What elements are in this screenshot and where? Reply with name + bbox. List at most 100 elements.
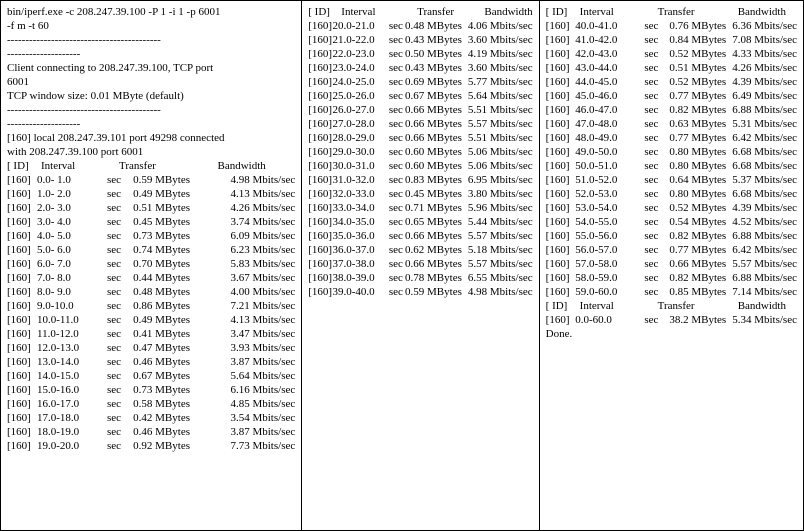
cell-sec: sec xyxy=(107,397,127,411)
cell-bandwidth: 5.57 Mbits/sec xyxy=(729,257,797,271)
cell-id: [160] xyxy=(546,257,576,271)
cell-bandwidth: 6.42 Mbits/sec xyxy=(729,131,797,145)
table-row: [160]58.0-59.0sec0.82 MBytes6.88 Mbits/s… xyxy=(546,271,797,285)
cell-sec: sec xyxy=(389,33,405,47)
cell-sec: sec xyxy=(644,47,664,61)
cell-id: [160] xyxy=(308,47,332,61)
table-row: [160]21.0-22.0sec0.43 MBytes3.60 Mbits/s… xyxy=(308,33,532,47)
cell-id: [160] xyxy=(546,89,576,103)
cell-id: [160] xyxy=(546,187,576,201)
cell-sec: sec xyxy=(107,411,127,425)
cell-bandwidth: 7.08 Mbits/sec xyxy=(729,33,797,47)
table-row: [160]7.0- 8.0sec0.44 MBytes3.67 Mbits/se… xyxy=(7,271,295,285)
cell-bandwidth: 6.88 Mbits/sec xyxy=(729,103,797,117)
table-row: [160]36.0-37.0sec0.62 MBytes5.18 Mbits/s… xyxy=(308,243,532,257)
table-row: [160]17.0-18.0sec0.42 MBytes3.54 Mbits/s… xyxy=(7,411,295,425)
table-row: [160]9.0-10.0sec0.86 MBytes7.21 Mbits/se… xyxy=(7,299,295,313)
cell-transfer: 0.80 MBytes xyxy=(664,159,729,173)
cell-transfer: 0.66 MBytes xyxy=(405,257,465,271)
cell-interval: 5.0- 6.0 xyxy=(37,243,107,257)
cell-id: [160] xyxy=(7,397,37,411)
table-row: [160]49.0-50.0sec0.80 MBytes6.68 Mbits/s… xyxy=(546,145,797,159)
cell-transfer: 0.50 MBytes xyxy=(405,47,465,61)
cell-transfer: 0.66 MBytes xyxy=(405,131,465,145)
cell-bandwidth: 7.21 Mbits/sec xyxy=(193,299,295,313)
cell-bandwidth: 5.64 Mbits/sec xyxy=(193,369,295,383)
table-row: [160]59.0-60.0sec0.85 MBytes7.14 Mbits/s… xyxy=(546,285,797,299)
cell-interval: 19.0-20.0 xyxy=(37,439,107,453)
separator: -------------------- xyxy=(7,117,295,131)
cell-id: [160] xyxy=(308,103,332,117)
cell-interval: 55.0-56.0 xyxy=(575,229,644,243)
cell-sec: sec xyxy=(389,61,405,75)
cell-interval: 11.0-12.0 xyxy=(37,327,107,341)
cell-interval: 40.0-41.0 xyxy=(575,19,644,33)
cell-transfer: 0.73 MBytes xyxy=(127,383,193,397)
table-row: [160]33.0-34.0sec0.71 MBytes5.96 Mbits/s… xyxy=(308,201,532,215)
cell-sec: sec xyxy=(107,313,127,327)
cell-transfer: 0.43 MBytes xyxy=(405,33,465,47)
cell-sec: sec xyxy=(389,201,405,215)
cell-sec: sec xyxy=(644,173,664,187)
cell-sec: sec xyxy=(107,173,127,187)
cell-sec: sec xyxy=(389,75,405,89)
cell-bandwidth: 4.19 Mbits/sec xyxy=(465,47,533,61)
table-row: [160]32.0-33.0sec0.45 MBytes3.80 Mbits/s… xyxy=(308,187,532,201)
cell-id: [160] xyxy=(308,215,332,229)
cell-interval: 34.0-35.0 xyxy=(332,215,388,229)
cell-bandwidth: 7.14 Mbits/sec xyxy=(729,285,797,299)
table-row: [160]16.0-17.0sec0.58 MBytes4.85 Mbits/s… xyxy=(7,397,295,411)
summary-transfer: 38.2 MBytes xyxy=(664,313,729,327)
cell-transfer: 0.51 MBytes xyxy=(664,61,729,75)
cell-sec: sec xyxy=(389,215,405,229)
cell-id: [160] xyxy=(546,215,576,229)
cell-transfer: 0.46 MBytes xyxy=(127,355,193,369)
cell-transfer: 0.82 MBytes xyxy=(664,229,729,243)
cell-bandwidth: 4.13 Mbits/sec xyxy=(193,187,295,201)
cell-id: [160] xyxy=(308,131,332,145)
cell-bandwidth: 3.93 Mbits/sec xyxy=(193,341,295,355)
cell-bandwidth: 6.68 Mbits/sec xyxy=(729,187,797,201)
cell-interval: 51.0-52.0 xyxy=(575,173,644,187)
cell-transfer: 0.47 MBytes xyxy=(127,341,193,355)
cell-sec: sec xyxy=(644,159,664,173)
cell-interval: 31.0-32.0 xyxy=(332,173,388,187)
cell-transfer: 0.66 MBytes xyxy=(405,103,465,117)
cell-transfer: 0.60 MBytes xyxy=(405,145,465,159)
cell-sec: sec xyxy=(644,201,664,215)
cell-interval: 41.0-42.0 xyxy=(575,33,644,47)
cell-id: [160] xyxy=(7,285,37,299)
cell-transfer: 0.41 MBytes xyxy=(127,327,193,341)
cell-id: [160] xyxy=(308,33,332,47)
cell-interval: 23.0-24.0 xyxy=(332,61,388,75)
table-row: [160]31.0-32.0sec0.83 MBytes6.95 Mbits/s… xyxy=(308,173,532,187)
cell-bandwidth: 3.60 Mbits/sec xyxy=(465,33,533,47)
cell-bandwidth: 6.68 Mbits/sec xyxy=(729,159,797,173)
cell-interval: 39.0-40.0 xyxy=(332,285,388,299)
cell-transfer: 0.52 MBytes xyxy=(664,75,729,89)
table-row: [160]15.0-16.0sec0.73 MBytes6.16 Mbits/s… xyxy=(7,383,295,397)
cell-interval: 56.0-57.0 xyxy=(575,243,644,257)
cell-sec: sec xyxy=(644,75,664,89)
cell-id: [160] xyxy=(546,271,576,285)
cell-id: [160] xyxy=(7,425,37,439)
cell-id: [160] xyxy=(7,299,37,313)
cell-bandwidth: 4.26 Mbits/sec xyxy=(193,201,295,215)
table-row: [160]55.0-56.0sec0.82 MBytes6.88 Mbits/s… xyxy=(546,229,797,243)
cell-interval: 4.0- 5.0 xyxy=(37,229,107,243)
cell-interval: 24.0-25.0 xyxy=(332,75,388,89)
cell-interval: 54.0-55.0 xyxy=(575,215,644,229)
table-row: [160]8.0- 9.0sec0.48 MBytes4.00 Mbits/se… xyxy=(7,285,295,299)
cell-sec: sec xyxy=(389,257,405,271)
cell-transfer: 0.66 MBytes xyxy=(664,257,729,271)
table-row: [160]10.0-11.0sec0.49 MBytes4.13 Mbits/s… xyxy=(7,313,295,327)
cell-interval: 16.0-17.0 xyxy=(37,397,107,411)
cell-id: [160] xyxy=(308,271,332,285)
table-row: [160]18.0-19.0sec0.46 MBytes3.87 Mbits/s… xyxy=(7,425,295,439)
command-line: bin/iperf.exe -c 208.247.39.100 -P 1 -i … xyxy=(7,5,295,19)
hdr-interval: Interval xyxy=(41,159,99,173)
cell-transfer: 0.43 MBytes xyxy=(405,61,465,75)
cell-id: [160] xyxy=(7,173,37,187)
cell-transfer: 0.48 MBytes xyxy=(127,285,193,299)
cell-sec: sec xyxy=(644,89,664,103)
